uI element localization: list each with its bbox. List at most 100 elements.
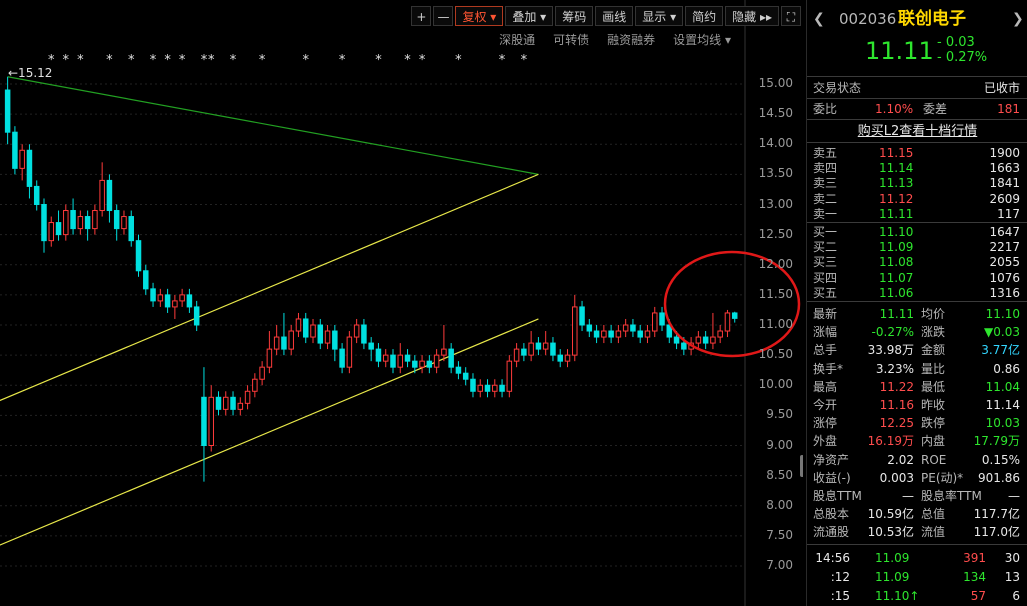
candle-body[interactable] [259,366,265,380]
candle-body[interactable] [673,336,680,344]
candle-body[interactable] [492,384,498,392]
display-button[interactable]: 显示 ▾ [635,6,684,26]
candle-body[interactable] [441,348,447,356]
candle-body[interactable] [121,216,127,230]
candle-body[interactable] [26,149,33,187]
event-marker[interactable]: * [259,53,266,68]
event-marker[interactable]: * [63,53,70,68]
fullscreen-icon[interactable]: ⛶ [781,6,801,26]
candle-body[interactable] [201,396,207,446]
candle-body[interactable] [462,372,469,380]
candle-body[interactable] [273,336,280,350]
candle-body[interactable] [208,396,214,446]
candle-body[interactable] [237,402,244,410]
candle-body[interactable] [477,384,484,392]
candle-body[interactable] [637,330,643,338]
candle-body[interactable] [84,216,91,230]
candle-body[interactable] [455,366,462,374]
candle-body[interactable] [593,330,600,338]
candle-body[interactable] [332,330,338,350]
event-marker[interactable]: * [455,53,462,68]
candle-body[interactable] [586,324,593,332]
candle-body[interactable] [382,354,389,362]
trend-line[interactable] [7,76,539,175]
chevron-right-icon[interactable]: ❯ [1012,9,1024,29]
overlay-button[interactable]: 叠加 ▾ [505,6,554,26]
kline-chart-area[interactable]: * * * * * * * * * * * * * * * * * * * * + — 复权 ▾ 叠加 ▾ 筹码 画线… [0,0,803,606]
event-marker[interactable]: * [302,53,309,68]
candle-body[interactable] [506,360,513,392]
candle-body[interactable] [288,330,294,350]
candle-body[interactable] [252,378,258,392]
candle-body[interactable] [186,294,193,308]
event-marker[interactable]: * [230,53,237,68]
event-marker[interactable]: * [128,53,135,68]
candle-body[interactable] [521,348,527,356]
candle-body[interactable] [397,354,404,368]
zoom-in-button[interactable]: + [411,6,432,26]
candle-body[interactable] [630,324,636,332]
candle-body[interactable] [135,240,142,272]
candle-body[interactable] [644,330,651,338]
candle-body[interactable] [266,348,273,368]
candle-body[interactable] [230,396,236,410]
candle-body[interactable] [579,306,585,326]
candle-body[interactable] [710,336,716,344]
candle-body[interactable] [99,179,105,212]
candle-body[interactable] [55,222,62,236]
buy-level-price[interactable]: 11.09 [879,240,913,255]
fuquan-button[interactable]: 复权 ▾ [455,6,504,26]
candle-body[interactable] [244,390,251,404]
candle-body[interactable] [353,324,360,338]
candle-body[interactable] [324,330,331,344]
candle-body[interactable] [63,210,69,236]
candle-body[interactable] [651,312,658,332]
candle-body[interactable] [702,336,709,344]
candle-body[interactable] [70,210,76,230]
candle-body[interactable] [48,222,55,242]
event-marker[interactable]: * [201,53,208,68]
candle-body[interactable] [426,360,433,368]
event-marker[interactable]: * [150,53,157,68]
candle-body[interactable] [41,204,47,242]
candle-body[interactable] [215,396,222,410]
hide-button[interactable]: 隐藏 ▸▸ [725,6,779,26]
event-marker[interactable]: * [208,53,215,68]
candle-body[interactable] [19,149,25,169]
candle-body[interactable] [681,342,687,350]
candle-body[interactable] [608,330,614,338]
candle-body[interactable] [695,336,702,344]
candle-body[interactable] [223,396,229,410]
candle-body[interactable] [550,342,556,356]
collapse-handle-icon[interactable] [800,455,803,477]
event-marker[interactable]: * [339,53,346,68]
candle-body[interactable] [339,348,345,368]
candle-body[interactable] [106,179,113,212]
chevron-left-icon[interactable]: ❮ [813,9,825,29]
candle-body[interactable] [179,294,185,302]
candle-body[interactable] [564,354,571,362]
candle-body[interactable] [484,384,491,392]
zoom-out-button[interactable]: — [433,6,454,26]
candle-body[interactable] [317,324,324,344]
event-marker[interactable]: * [77,53,84,68]
candle-body[interactable] [302,318,309,338]
candle-body[interactable] [390,354,396,368]
sell-level-price[interactable]: 11.15 [879,146,913,161]
candle-body[interactable] [368,342,374,350]
candle-body[interactable] [412,360,418,368]
event-marker[interactable]: * [404,53,411,68]
candle-body[interactable] [375,348,382,362]
convertible-bond-link[interactable]: 可转债 [553,31,589,48]
candle-body[interactable] [361,324,367,344]
candle-body[interactable] [150,288,156,302]
sell-level-price[interactable]: 11.11 [879,207,913,222]
sell-level-price[interactable]: 11.14 [879,161,913,176]
candle-body[interactable] [615,330,622,338]
candle-body[interactable] [77,216,84,230]
event-marker[interactable]: * [164,53,171,68]
event-marker[interactable]: * [521,53,528,68]
buy-level-price[interactable]: 11.08 [879,255,913,270]
candle-body[interactable] [143,270,149,290]
event-marker[interactable]: * [375,53,382,68]
